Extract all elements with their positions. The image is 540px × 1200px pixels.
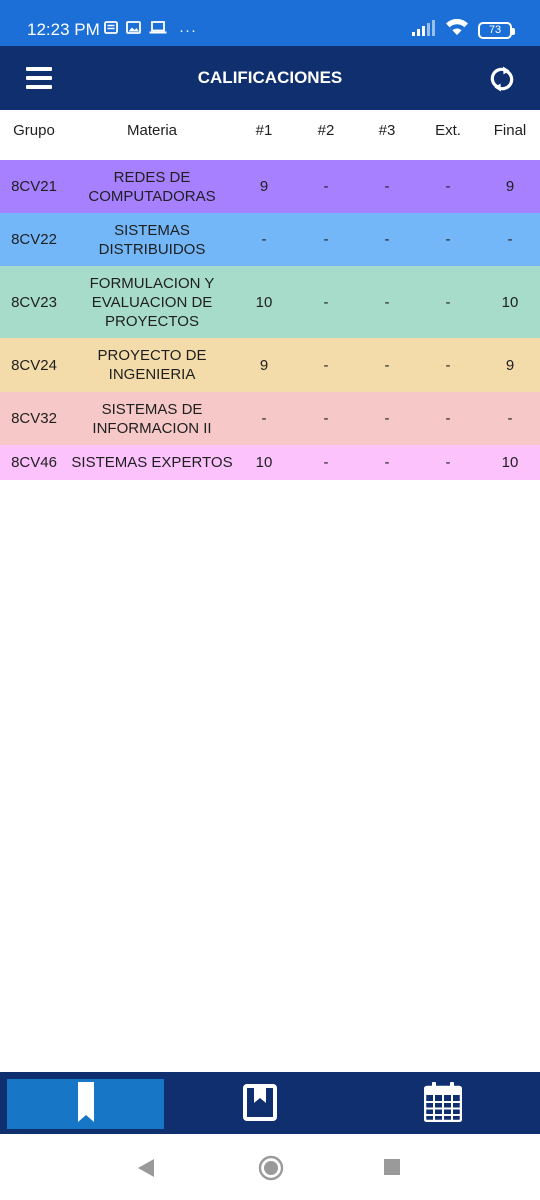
materia-cell: REDES DE COMPUTADORAS [88, 168, 216, 205]
ext-cell: - [445, 231, 451, 248]
image-icon [126, 21, 141, 39]
grupo-cell: 8CV24 [11, 356, 57, 374]
calendar-icon [423, 1081, 463, 1127]
ext-cell: - [445, 454, 451, 471]
header-p2: #2 [317, 121, 335, 139]
table-row[interactable]: 8CV21 REDES DE COMPUTADORAS 9 - - - 9 [0, 160, 540, 213]
p1-cell: 9 [259, 356, 269, 374]
grupo-cell: 8CV23 [11, 293, 57, 311]
p1-cell: 9 [259, 178, 269, 195]
table-header: Grupo Materia #1 #2 #3 Ext. Final [0, 110, 540, 160]
p1-cell: 10 [255, 454, 273, 471]
home-icon[interactable] [258, 1155, 284, 1186]
grupo-cell: 8CV21 [11, 178, 57, 195]
table-row[interactable]: 8CV46 SISTEMAS EXPERTOS 10 - - - 10 [0, 445, 540, 480]
p2-cell: - [323, 293, 329, 311]
grupo-cell: 8CV22 [11, 231, 57, 248]
status-system-icons: 73 [412, 18, 515, 42]
final-cell: 9 [505, 356, 515, 374]
ext-cell: - [445, 356, 451, 374]
table-row[interactable]: 8CV32 SISTEMAS DE INFORMACION II - - - -… [0, 392, 540, 445]
p1-cell: - [261, 231, 267, 248]
materia-cell: PROYECTO DE INGENIERIA [97, 347, 207, 383]
p2-cell: - [323, 454, 329, 471]
status-bar: 12:23 PM ··· 73 [0, 0, 540, 46]
bottom-nav [0, 1072, 540, 1134]
wifi-icon [446, 18, 468, 41]
page-title: CALIFICACIONES [197, 68, 343, 87]
ext-cell: - [445, 410, 451, 427]
header-grupo: Grupo [13, 121, 55, 139]
grupo-cell: 8CV46 [11, 454, 57, 471]
p3-cell: - [384, 293, 390, 311]
final-cell: 10 [501, 293, 519, 311]
nav-item-schedule[interactable] [350, 1079, 536, 1129]
p3-cell: - [384, 231, 390, 248]
system-nav-bar [0, 1134, 540, 1200]
p3-cell: - [384, 410, 390, 427]
materia-cell: SISTEMAS DISTRIBUIDOS [98, 221, 206, 258]
final-cell: 10 [501, 454, 519, 471]
table-row[interactable]: 8CV24 PROYECTO DE INGENIERIA 9 - - - 9 [0, 338, 540, 392]
p2-cell: - [323, 231, 329, 248]
p3-cell: - [384, 356, 390, 374]
ext-cell: - [445, 293, 451, 311]
final-cell: 9 [505, 178, 515, 195]
refresh-icon[interactable] [488, 65, 516, 93]
status-time: 12:23 PM [27, 20, 100, 39]
ext-cell: - [445, 178, 451, 195]
p3-cell: - [384, 454, 390, 471]
p2-cell: - [323, 356, 329, 374]
header-p3: #3 [378, 121, 396, 139]
p1-cell: 10 [255, 293, 273, 311]
nav-item-subjects[interactable] [180, 1079, 340, 1129]
battery-icon: 73 [478, 21, 515, 39]
materia-cell: SISTEMAS EXPERTOS [71, 454, 233, 471]
nav-item-grades[interactable] [7, 1079, 164, 1129]
p1-cell: - [261, 410, 267, 427]
bookmark-icon [77, 1081, 95, 1127]
table-row[interactable]: 8CV22 SISTEMAS DISTRIBUIDOS - - - - - [0, 213, 540, 266]
battery-level: 73 [488, 24, 502, 36]
message-icon [104, 21, 118, 39]
p2-cell: - [323, 178, 329, 195]
final-cell: - [507, 410, 513, 427]
header-p1: #1 [255, 121, 273, 139]
app-bar: CALIFICACIONES [0, 46, 540, 110]
header-ext: Ext. [435, 121, 461, 139]
recents-icon[interactable] [384, 1159, 400, 1180]
back-icon[interactable] [137, 1159, 155, 1182]
p3-cell: - [384, 178, 390, 195]
final-cell: - [507, 231, 513, 248]
signal-icon [412, 19, 436, 41]
header-final: Final [493, 121, 527, 139]
more-icon: ··· [179, 21, 197, 39]
table-row[interactable]: 8CV23 FORMULACION Y EVALUACION DE PROYEC… [0, 266, 540, 338]
status-notification-icons: ··· [104, 20, 197, 40]
grupo-cell: 8CV32 [11, 410, 57, 427]
header-materia: Materia [126, 121, 178, 139]
laptop-icon [149, 21, 167, 39]
materia-cell: SISTEMAS DE INFORMACION II [92, 400, 212, 437]
materia-cell: FORMULACION Y EVALUACION DE PROYECTOS [89, 274, 215, 330]
p2-cell: - [323, 410, 329, 427]
book-icon [243, 1083, 277, 1126]
